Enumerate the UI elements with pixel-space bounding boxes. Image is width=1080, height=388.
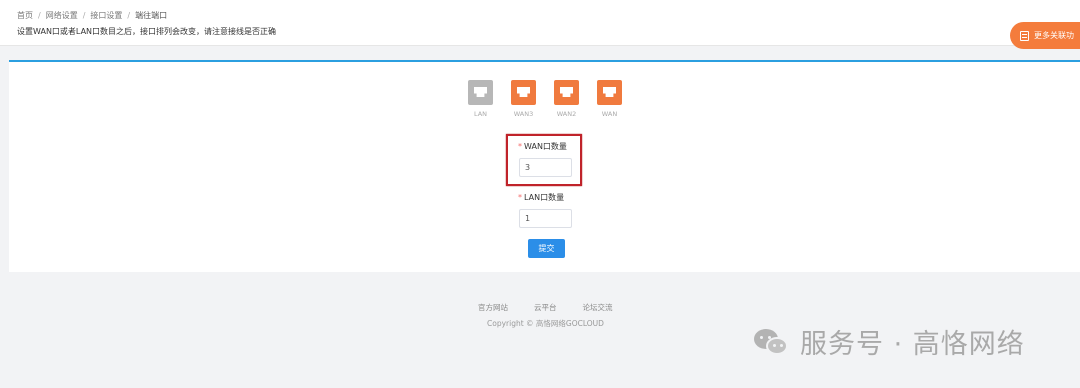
document-icon (1020, 30, 1029, 41)
breadcrumb-network-settings[interactable]: 网络设置 (46, 10, 78, 21)
port-lan: LAN (467, 80, 494, 118)
footer-links: 官方网站 云平台 论坛交流 (478, 302, 613, 313)
footer-link-forum[interactable]: 论坛交流 (583, 302, 613, 313)
breadcrumb-home[interactable]: 首页 (17, 10, 33, 21)
breadcrumb: 首页 / 网络设置 / 接口设置 / 端往端口 (17, 10, 167, 21)
port-wan3: WAN3 (510, 80, 537, 118)
submit-button[interactable]: 提交 (528, 239, 565, 258)
required-mark: * (518, 142, 522, 151)
port-label: WAN (601, 110, 618, 118)
lan-port-icon (468, 80, 493, 105)
footer-link-official-site[interactable]: 官方网站 (478, 302, 508, 313)
required-mark: * (518, 193, 522, 202)
breadcrumb-separator: / (82, 11, 86, 20)
port-label: WAN3 (513, 110, 534, 118)
breadcrumb-separator: / (38, 11, 41, 20)
wan-count-label: * WAN口数量 (518, 142, 567, 151)
footer-link-cloud-platform[interactable]: 云平台 (534, 302, 557, 313)
page-header: 首页 / 网络设置 / 接口设置 / 端往端口 设置WAN口或者LAN口数目之后… (0, 0, 1080, 49)
port-settings-card: LAN WAN3 WAN2 WAN * WAN口数量 3 * LAN口数量 1 提交 (9, 60, 1080, 272)
port-wan2: WAN2 (553, 80, 580, 118)
port-diagram: LAN WAN3 WAN2 WAN (467, 80, 623, 118)
breadcrumb-current: 端往端口 (135, 11, 168, 20)
wan-port-icon (597, 80, 622, 105)
lan-count-label: * LAN口数量 (518, 193, 565, 202)
page-hint: 设置WAN口或者LAN口数目之后，接口排列会改变，请注意接线是否正确 (17, 27, 277, 36)
copyright: Copyright © 高恪网络GOCLOUD (487, 319, 604, 328)
wan-port-icon (554, 80, 579, 105)
watermark-text: 服务号 · 高恪网络 (800, 329, 1025, 360)
port-label: LAN (473, 110, 488, 118)
lan-count-input[interactable]: 1 (519, 209, 572, 228)
watermark: 服务号 · 高恪网络 (754, 322, 1025, 361)
wechat-icon (754, 327, 790, 357)
wan-port-icon (511, 80, 536, 105)
port-label: WAN2 (556, 110, 577, 118)
wan-count-input[interactable]: 3 (519, 158, 572, 177)
more-functions-label: 更多关联功 (1034, 31, 1074, 40)
port-wan: WAN (596, 80, 623, 118)
breadcrumb-interface-settings[interactable]: 接口设置 (90, 10, 122, 21)
breadcrumb-separator: / (127, 11, 131, 20)
more-functions-button[interactable]: 更多关联功 (1010, 22, 1080, 49)
